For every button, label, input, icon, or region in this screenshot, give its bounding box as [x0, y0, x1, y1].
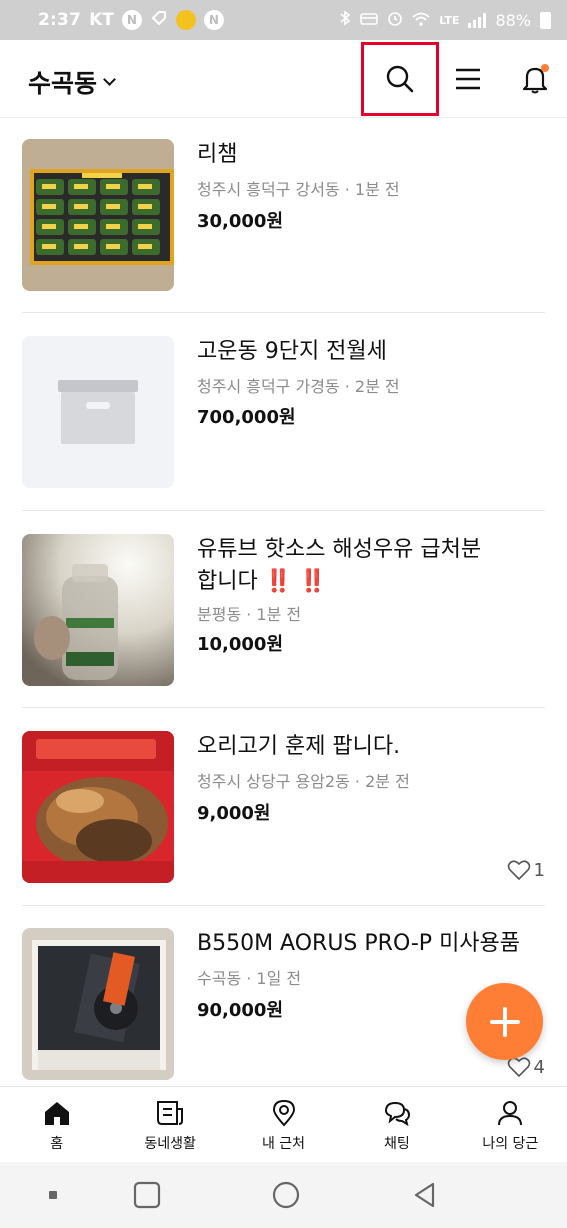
listing-title: 고운동 9단지 전월세: [197, 339, 387, 364]
listing-thumbnail: [22, 731, 174, 883]
listing-meta: 청주시 흥덕구 강서동 · 1분 전: [197, 180, 400, 199]
listing-meta: 분평동 · 1분 전: [197, 605, 302, 624]
listing-thumbnail: [22, 139, 174, 291]
divider: [22, 905, 545, 906]
search-button[interactable]: [361, 42, 439, 116]
write-post-button[interactable]: [466, 983, 543, 1060]
nav-chat[interactable]: 채팅: [340, 1087, 453, 1162]
listing-price: 700,000원: [197, 407, 296, 428]
plus-icon: [489, 1006, 520, 1037]
listing-thumbnail: [22, 534, 174, 686]
app-header: 수곡동: [0, 40, 567, 118]
nav-my-label: 나의 당근: [482, 1136, 539, 1152]
recents-button[interactable]: [18, 1162, 88, 1228]
notification-n-icon: N: [121, 10, 142, 30]
listing-meta: 청주시 흥덕구 가경동 · 2분 전: [197, 377, 400, 396]
notification-n-icon-2: N: [203, 10, 224, 30]
bottom-nav: 홈 동네생활 내 근처 채팅 나의 당근: [0, 1086, 567, 1162]
square-icon: [133, 1181, 161, 1209]
listing-title: B550M AORUS PRO-P 미사용품: [197, 931, 521, 956]
circle-icon: [272, 1181, 300, 1209]
menu-icon: [456, 68, 480, 90]
location-label: 수곡동: [28, 69, 98, 98]
chevron-down-icon: [103, 73, 116, 86]
nav-home-label: 홈: [50, 1136, 64, 1152]
listing-thumbnail: [22, 928, 174, 1080]
nav-community[interactable]: 동네생활: [113, 1087, 226, 1162]
status-carrier: KT: [89, 10, 114, 30]
system-nav-bar: [0, 1162, 567, 1228]
community-icon: [157, 1101, 184, 1125]
recents-dot-icon: [49, 1191, 57, 1199]
nav-chat-label: 채팅: [384, 1136, 410, 1152]
nav-nearby[interactable]: 내 근처: [227, 1087, 340, 1162]
nav-my[interactable]: 나의 당근: [454, 1087, 567, 1162]
listing-title: 오리고기 훈제 팝니다.: [197, 734, 401, 759]
back-triangle-icon: [414, 1182, 435, 1208]
chat-icon: [384, 1101, 410, 1127]
emoji-icon: [175, 10, 196, 30]
like-count-value: 4: [533, 1056, 545, 1078]
back-button[interactable]: [390, 1162, 460, 1228]
overview-button[interactable]: [112, 1162, 182, 1228]
bluetooth-icon: [339, 10, 351, 30]
card-icon: [360, 11, 379, 30]
listing-price: 9,000원: [197, 803, 271, 824]
alarm-icon: [387, 10, 403, 30]
location-selector[interactable]: 수곡동: [28, 64, 116, 100]
search-icon: [386, 65, 414, 93]
status-network: LTE: [439, 13, 460, 27]
wifi-icon: [412, 11, 430, 30]
status-bar: 2:37 KT N N LTE 88%: [0, 0, 567, 40]
like-count: 1: [507, 859, 545, 881]
status-battery-text: 88%: [495, 10, 531, 30]
listing-thumbnail: [22, 336, 174, 488]
notification-button[interactable]: [505, 40, 565, 118]
like-count-value: 1: [533, 859, 545, 881]
like-count: 4: [507, 1056, 545, 1078]
listing-title: 리챔: [197, 142, 238, 167]
nav-nearby-label: 내 근처: [261, 1136, 306, 1152]
person-icon: [498, 1101, 523, 1126]
listing-meta: 청주시 상당구 용암2동 · 2분 전: [197, 772, 410, 791]
nav-community-label: 동네생활: [144, 1136, 196, 1152]
listing-title-line1: 유튜브 핫소스 해성우유 급처분: [197, 537, 482, 562]
home-system-button[interactable]: [251, 1162, 321, 1228]
tag-icon: [150, 9, 168, 32]
divider: [22, 707, 545, 708]
battery-icon: [540, 11, 551, 29]
home-icon: [44, 1102, 69, 1125]
divider: [22, 312, 545, 313]
divider: [22, 510, 545, 511]
listing-price: 10,000원: [197, 634, 284, 655]
signal-icon: [468, 12, 487, 28]
listing-title-line2: 합니다 ‼️ ‼️: [197, 569, 327, 594]
listing-price: 90,000원: [197, 1000, 284, 1021]
listing-meta: 수곡동 · 1일 전: [197, 969, 302, 988]
status-time: 2:37: [38, 10, 82, 30]
location-pin-icon: [272, 1099, 295, 1127]
listing-title: 유튜브 핫소스 해성우유 급처분 합니다 ‼️ ‼️: [197, 534, 537, 598]
nav-home[interactable]: 홈: [0, 1087, 113, 1162]
heart-icon: [507, 860, 530, 881]
listing-price: 30,000원: [197, 211, 284, 232]
menu-button[interactable]: [438, 40, 498, 118]
bell-icon: [522, 64, 549, 94]
